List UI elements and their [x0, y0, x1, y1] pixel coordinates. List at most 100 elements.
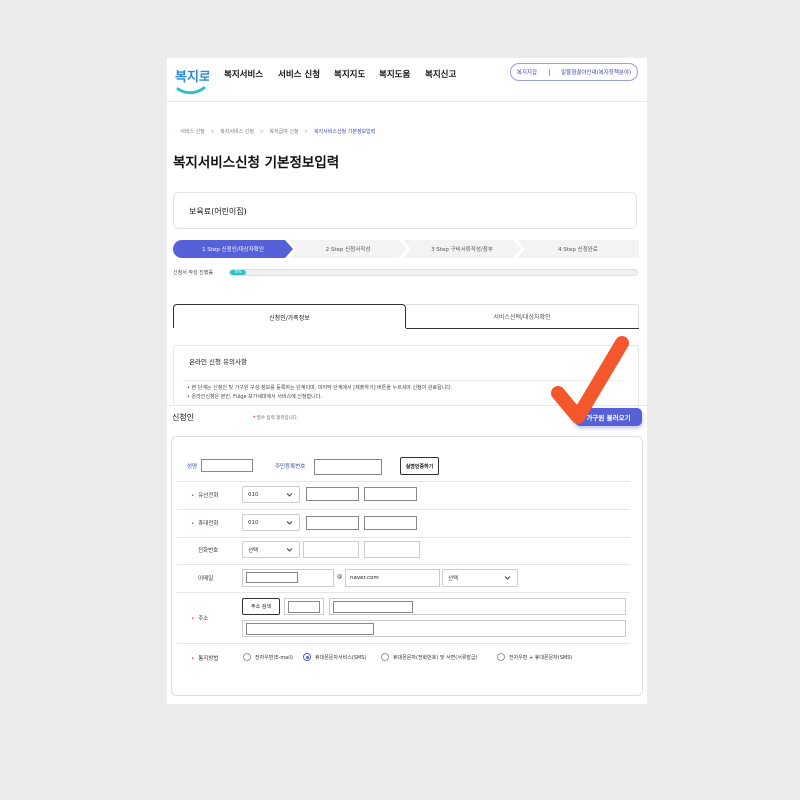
- phone-label-text: 유선전화: [198, 493, 219, 499]
- row-divider: [177, 481, 630, 482]
- email-label: 이메일: [198, 576, 214, 582]
- nav-welfare-map[interactable]: 복지지도: [334, 68, 365, 80]
- tel-prefix-select[interactable]: 선택: [242, 541, 300, 558]
- mobile-label: • 휴대전화: [191, 519, 219, 527]
- notify-radio-email[interactable]: [243, 653, 251, 661]
- email-select-value: 선택: [448, 576, 459, 582]
- address-detail-field: [242, 620, 626, 637]
- required-asterisk: *: [253, 416, 256, 421]
- breadcrumb-item[interactable]: 복지급여 신청: [269, 129, 298, 135]
- tel-last-input[interactable]: [364, 541, 420, 558]
- row-divider: [177, 537, 630, 538]
- postcode-input[interactable]: [288, 601, 320, 613]
- util-link-guide[interactable]: 알뜰형결이안내(복지정책분야): [561, 68, 631, 76]
- step-3: 3 Step 구비서류작성/첨부: [403, 240, 521, 258]
- mobile-prefix-select[interactable]: 010: [242, 514, 300, 531]
- address-road-field: [329, 598, 626, 615]
- notify-radio-sms-mail[interactable]: [381, 653, 389, 661]
- service-name: 보육료(어린이집): [189, 207, 247, 216]
- address-search-button[interactable]: 주소 검색: [242, 598, 280, 615]
- checkmark-icon: [551, 336, 629, 424]
- progress-bar: 0%: [229, 269, 638, 276]
- tab-applicant-family[interactable]: 신청인/가족정보: [173, 304, 406, 329]
- nav-welfare-report[interactable]: 복지신고: [425, 68, 456, 80]
- phone-prefix-select[interactable]: 010: [242, 486, 300, 503]
- row-divider: [177, 564, 630, 565]
- mobile-last-input[interactable]: [364, 516, 417, 530]
- phone-middle-input[interactable]: [306, 487, 359, 501]
- nav-welfare-help[interactable]: 복지도움: [379, 68, 410, 80]
- notice-title[interactable]: 온라인 신청 유의사항: [189, 356, 247, 366]
- notify-option-label: 전자우편 + 휴대폰문자(SMS): [509, 655, 573, 661]
- email-domain-select[interactable]: 선택: [442, 569, 518, 587]
- notice-bullet: • 현 단계는 신청인 및 가구원 구성 정보를 등록하는 단계이며, 마지막 …: [187, 385, 453, 391]
- email-domain-value: naver.com: [350, 575, 379, 581]
- logo-text: 복지로: [175, 70, 209, 85]
- required-asterisk: •: [191, 521, 195, 527]
- applicant-title: 신청인: [172, 413, 195, 422]
- notify-option-label: 휴대폰문자(전화번호) 및 서면(서류발급): [393, 655, 478, 661]
- nav-service-application[interactable]: 서비스 신청: [278, 68, 320, 80]
- name-input[interactable]: [201, 459, 253, 472]
- notify-radio-email-sms[interactable]: [497, 653, 505, 661]
- tab-service-selection[interactable]: 서비스선택/대상자확인: [406, 304, 639, 329]
- bokjiro-logo[interactable]: 복지로: [173, 62, 209, 98]
- chevron-down-icon: [504, 576, 511, 580]
- mobile-middle-input[interactable]: [306, 516, 359, 530]
- util-links: 복지지갑 알뜰형결이안내(복지정책분야): [510, 63, 638, 81]
- phone-last-input[interactable]: [364, 487, 417, 501]
- phone-label: • 유선전화: [191, 491, 219, 499]
- chevron-down-icon: [286, 521, 293, 525]
- progress-fill: 0%: [230, 270, 247, 275]
- mobile-prefix-value: 010: [248, 519, 259, 526]
- breadcrumb-item[interactable]: 서비스 신청: [180, 129, 205, 135]
- breadcrumb-chevron-icon: >: [210, 129, 215, 135]
- rrn-label: 주민등록번호: [275, 464, 306, 470]
- util-link-wallet[interactable]: 복지지갑: [517, 68, 537, 76]
- active-tab-gap: [173, 328, 406, 329]
- notify-label-text: 통지방법: [198, 656, 219, 662]
- email-domain-input[interactable]: naver.com: [345, 569, 440, 587]
- breadcrumb-home-icon[interactable]: ·: [173, 129, 175, 135]
- required-asterisk: •: [191, 616, 195, 622]
- email-id-input[interactable]: [246, 572, 298, 583]
- email-id-field: [242, 569, 334, 587]
- row-divider: [177, 509, 630, 510]
- tel-prefix-value: 선택: [248, 547, 259, 554]
- progress-label: 신청서 작성 진행률: [173, 270, 213, 276]
- row-divider: [177, 592, 630, 593]
- address-label: • 주소: [191, 614, 208, 622]
- nav-welfare-services[interactable]: 복지서비스: [224, 68, 263, 80]
- required-asterisk: •: [191, 656, 195, 662]
- breadcrumb-chevron-icon: >: [259, 129, 264, 135]
- header-divider: [167, 101, 647, 102]
- tel-label: 전화번호: [198, 548, 219, 554]
- step-4: 4 Step 신청완료: [517, 240, 639, 258]
- notice-bullet-text: 온라인신청은 본인, Fulge 보가세대에서 서비스에 신청합니다.: [191, 394, 322, 400]
- notify-label: • 통지방법: [191, 654, 219, 662]
- breadcrumb-chevron-icon: >: [304, 129, 309, 135]
- phone-prefix-value: 010: [248, 491, 259, 498]
- chevron-down-icon: [286, 548, 293, 552]
- step-2: 2 Step 신청서작성: [289, 240, 407, 258]
- verify-name-button[interactable]: 실명인증하기: [400, 457, 439, 475]
- required-asterisk: •: [191, 493, 195, 499]
- breadcrumb-item[interactable]: 복지서비스 신청: [220, 129, 254, 135]
- name-label: 성명: [187, 464, 198, 470]
- required-note-text: 필수 입력 항목입니다.: [256, 416, 299, 421]
- notify-option-label: 전자우편(E-mail): [255, 655, 293, 661]
- step-1-active: 1 Step 신청인/대상자확인: [173, 240, 293, 258]
- address-detail-input[interactable]: [246, 623, 374, 635]
- tel-middle-input[interactable]: [303, 541, 359, 558]
- chevron-down-icon: [286, 493, 293, 497]
- address-postcode-field: [284, 598, 324, 615]
- mobile-label-text: 휴대전화: [198, 521, 219, 527]
- notify-option-label: 휴대폰문자서비스(SMS): [315, 655, 367, 661]
- page-title: 복지서비스신청 기본정보입력: [173, 155, 340, 171]
- rrn-input[interactable]: [314, 459, 382, 475]
- notify-radio-sms[interactable]: [303, 653, 311, 661]
- util-separator: [548, 68, 550, 76]
- notice-bullet: • 온라인신청은 본인, Fulge 보가세대에서 서비스에 신청합니다.: [187, 394, 322, 400]
- address-road-input[interactable]: [333, 601, 413, 613]
- step-indicator: 1 Step 신청인/대상자확인 2 Step 신청서작성 3 Step 구비서…: [173, 240, 639, 258]
